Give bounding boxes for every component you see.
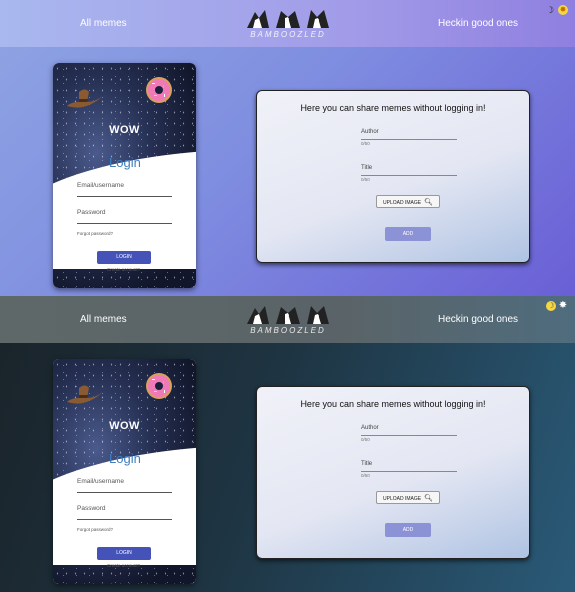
moon-icon: ☽ [546, 301, 556, 311]
upload-image-button[interactable]: UPLOAD IMAGE 🔍︎ [376, 491, 440, 504]
moon-icon: ☽ [546, 5, 555, 15]
donut-icon [146, 77, 172, 103]
nav-heckin-good-ones-link[interactable]: Heckin good ones [438, 314, 518, 325]
title-counter: 0/50 [361, 473, 370, 478]
cowboy-hat-icon [67, 385, 103, 404]
wow-text: WOW [109, 420, 140, 432]
cowboy-hat-icon [67, 89, 103, 108]
brand-name: BAMBOOZLED [250, 30, 326, 39]
login-card: WOW Login Email/username Password Forgot… [53, 359, 196, 584]
author-counter: 0/50 [361, 141, 370, 146]
add-button[interactable]: ADD [385, 227, 431, 241]
theme-toggle[interactable]: ☽ ✸ [546, 5, 570, 15]
forgot-password-link[interactable]: Forgot password? [77, 231, 113, 236]
sun-icon: ✸ [558, 300, 568, 311]
login-button[interactable]: LOGIN [97, 547, 151, 560]
add-button[interactable]: ADD [385, 523, 431, 537]
dog-logo-icon [247, 10, 329, 28]
light-theme-screen: All memes BAMBOOZLED Heckin good ones ☽ … [0, 0, 575, 296]
brand-name: BAMBOOZLED [250, 326, 326, 335]
dog-logo-icon [247, 306, 329, 324]
author-counter: 0/50 [361, 437, 370, 442]
login-title: Login [109, 155, 141, 170]
author-field[interactable]: Author [361, 129, 457, 140]
title-field[interactable]: Title [361, 165, 457, 176]
login-button[interactable]: LOGIN [97, 251, 151, 264]
forgot-password-link[interactable]: Forgot password? [77, 527, 113, 532]
theme-toggle[interactable]: ☽ ✸ [546, 301, 570, 311]
brand-logo[interactable]: BAMBOOZLED [245, 302, 331, 338]
email-field[interactable]: Email/username [77, 182, 172, 197]
create-account-link[interactable]: Create account? [107, 563, 140, 568]
nav-all-memes-link[interactable]: All memes [80, 314, 127, 325]
brand-logo[interactable]: BAMBOOZLED [245, 6, 331, 42]
panel-title: Here you can share memes without logging… [300, 103, 486, 113]
upload-button-label: UPLOAD IMAGE [383, 200, 422, 206]
title-field[interactable]: Title [361, 461, 457, 472]
wow-text: WOW [109, 124, 140, 136]
share-meme-panel: Here you can share memes without logging… [256, 386, 530, 559]
password-field[interactable]: Password [77, 209, 172, 224]
search-icon: 🔍︎ [424, 199, 433, 206]
search-icon: 🔍︎ [424, 495, 433, 502]
title-counter: 0/50 [361, 177, 370, 182]
share-meme-panel: Here you can share memes without logging… [256, 90, 530, 263]
navbar: All memes BAMBOOZLED Heckin good ones ☽ … [0, 296, 575, 343]
dark-theme-screen: All memes BAMBOOZLED Heckin good ones ☽ … [0, 296, 575, 592]
panel-title: Here you can share memes without logging… [300, 399, 486, 409]
navbar: All memes BAMBOOZLED Heckin good ones ☽ … [0, 0, 575, 47]
donut-icon [146, 373, 172, 399]
nav-heckin-good-ones-link[interactable]: Heckin good ones [438, 18, 518, 29]
create-account-link[interactable]: Create account? [107, 267, 140, 272]
upload-image-button[interactable]: UPLOAD IMAGE 🔍︎ [376, 195, 440, 208]
author-field[interactable]: Author [361, 425, 457, 436]
email-field[interactable]: Email/username [77, 478, 172, 493]
upload-button-label: UPLOAD IMAGE [383, 496, 422, 502]
login-title: Login [109, 451, 141, 466]
password-field[interactable]: Password [77, 505, 172, 520]
sun-icon: ✸ [558, 5, 568, 15]
login-card: WOW Login Email/username Password Forgot… [53, 63, 196, 288]
nav-all-memes-link[interactable]: All memes [80, 18, 127, 29]
